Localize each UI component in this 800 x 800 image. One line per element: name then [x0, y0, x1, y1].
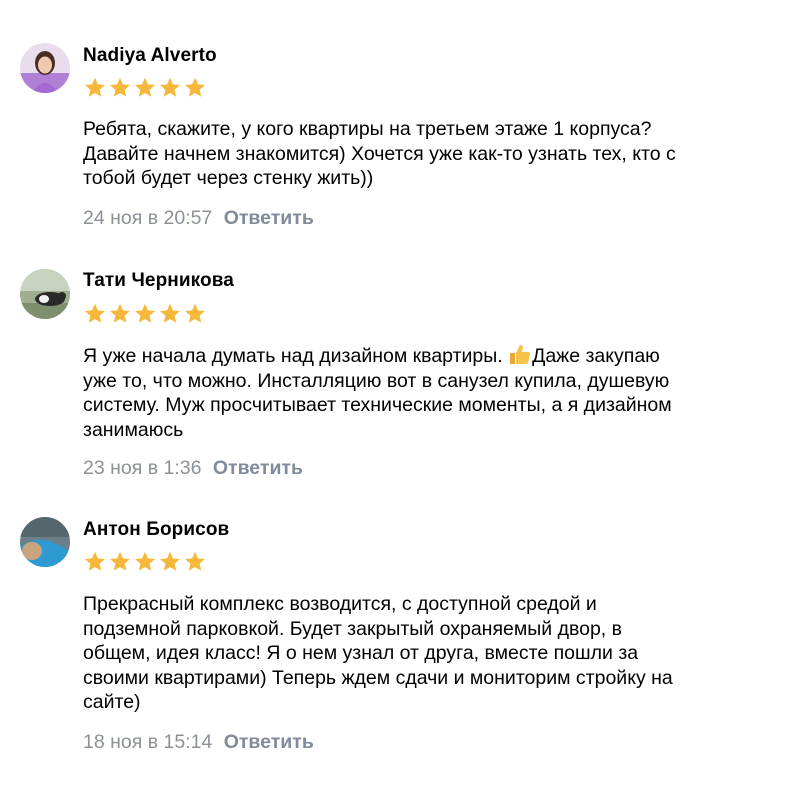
comment-text-line: общем, идея класс! Я о нем узнал от друг… [83, 642, 639, 664]
author-name[interactable]: Nadiya Alverto [83, 45, 217, 67]
comment-text-line: Прекрасный комплекс возводится, с доступ… [83, 593, 597, 615]
rating-stars [83, 302, 207, 326]
comment-meta: 23 ноя в 1:36 Ответить [83, 457, 303, 480]
avatar[interactable] [20, 517, 70, 567]
star-icon [110, 551, 130, 571]
comment-text: Ребята, скажите, у кого квартиры на трет… [83, 117, 783, 191]
rating-stars [83, 76, 207, 100]
comment-text-line: систему. Муж просчитывает технические мо… [83, 394, 672, 416]
star-icon [135, 77, 155, 97]
star-icon [135, 303, 155, 323]
avatar-image [20, 269, 70, 319]
star-icon [185, 77, 205, 97]
comment-text-line: сайте) [83, 691, 141, 713]
comment-text: Я уже начала думать над дизайном квартир… [83, 343, 783, 442]
avatar-image [20, 517, 70, 567]
star-icon [160, 77, 180, 97]
star-icon [85, 303, 105, 323]
rating-stars [83, 550, 207, 574]
comment-text-line: занимаюсь [83, 418, 184, 441]
comment-date[interactable]: 24 ноя в 20:57 [83, 207, 212, 229]
author-name[interactable]: Тати Черникова [83, 270, 234, 292]
comment-text-segment: Даже закупаю [532, 345, 660, 367]
star-icon [85, 77, 105, 97]
star-icon [110, 77, 130, 97]
comment-text-line: своими квартирами) Теперь ждем сдачи и м… [83, 666, 673, 689]
comment-date[interactable]: 23 ноя в 1:36 [83, 457, 201, 479]
comment-text-line: тобой будет через стенку жить)) [83, 167, 374, 189]
comment-text-line: подземной парковкой. Будет закрытый охра… [83, 617, 622, 640]
reply-button[interactable]: Ответить [224, 731, 314, 753]
reply-button[interactable]: Ответить [213, 457, 303, 479]
comment-meta: 24 ноя в 20:57 Ответить [83, 207, 314, 230]
star-icon [160, 303, 180, 323]
star-icon [185, 303, 205, 323]
comment-text-line: Ребята, скажите, у кого квартиры на трет… [83, 118, 652, 140]
author-name[interactable]: Антон Борисов [83, 519, 229, 541]
star-icon [160, 551, 180, 571]
star-icon [185, 551, 205, 571]
comment-text: Прекрасный комплекс возводится, с доступ… [83, 592, 783, 715]
reply-button[interactable]: Ответить [224, 207, 314, 229]
avatar[interactable] [20, 269, 70, 319]
comment-meta: 18 ноя в 15:14 Ответить [83, 731, 314, 754]
comment-date[interactable]: 18 ноя в 15:14 [83, 731, 212, 753]
star-icon [110, 303, 130, 323]
comment-text-line: уже то, что можно. Инсталляцию вот в сан… [83, 369, 670, 392]
thumbs-up-emoji-icon [510, 345, 531, 364]
comment-text-line: Давайте начнем знакомится) Хочется уже к… [83, 142, 676, 165]
star-icon [135, 551, 155, 571]
comment-text-segment: Я уже начала думать над дизайном квартир… [83, 345, 503, 367]
star-icon [85, 551, 105, 571]
avatar[interactable] [20, 43, 70, 93]
comment-text-line: Я уже начала думать над дизайном квартир… [83, 343, 783, 369]
avatar-image [20, 43, 70, 93]
